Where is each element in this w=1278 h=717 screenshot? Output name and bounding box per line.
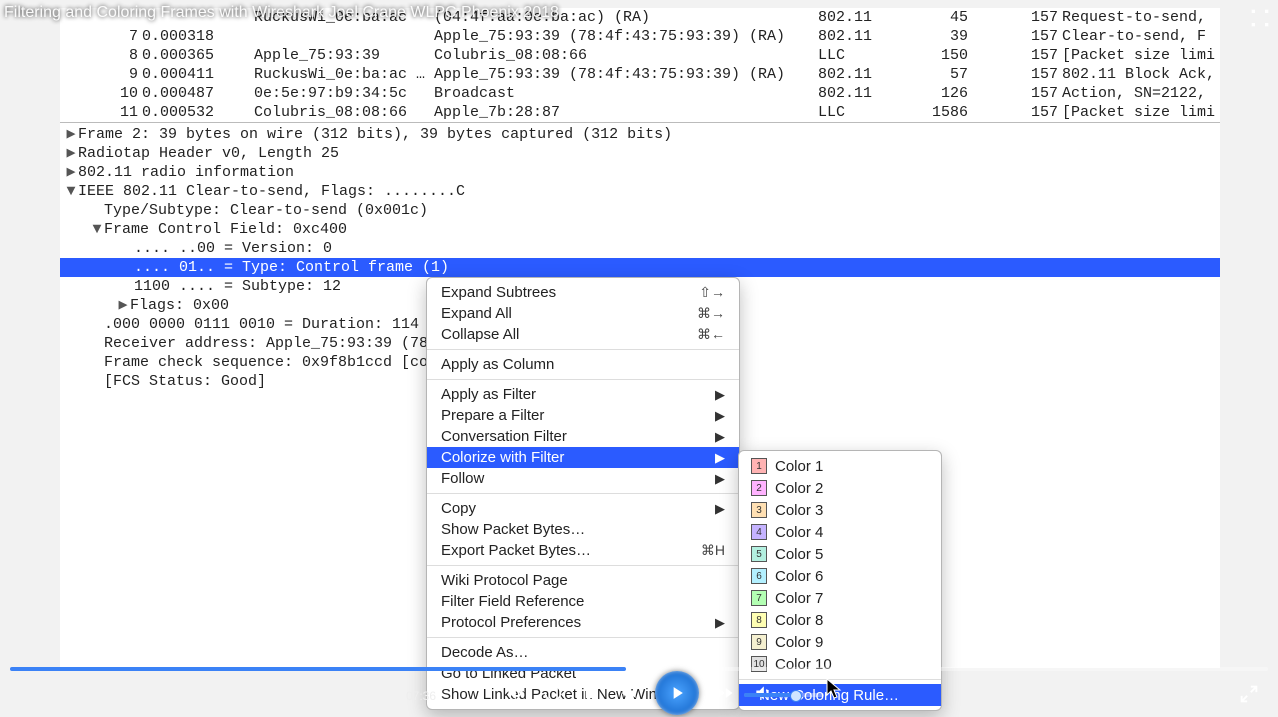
color-label: Color 8 (775, 612, 823, 629)
color-swatch-icon: 3 (751, 502, 767, 518)
menu-expand-all[interactable]: Expand All⌘→ (427, 303, 739, 324)
menu-apply-as-column[interactable]: Apply as Column (427, 354, 739, 375)
color-label: Color 1 (775, 458, 823, 475)
color-swatch-icon: 2 (751, 480, 767, 496)
color-swatch-icon: 5 (751, 546, 767, 562)
current-time: 07:36 (406, 689, 436, 703)
packet-list[interactable]: RuckusWi_0e:ba:ac(04:4f:aa:0e:ba:ac) (RA… (60, 8, 1220, 123)
menu-prepare-a-filter[interactable]: Prepare a Filter▶ (427, 405, 739, 426)
tree-row[interactable]: ▶802.11 radio information (60, 163, 1220, 182)
color-label: Color 4 (775, 524, 823, 541)
menu-colorize-with-filter[interactable]: Colorize with Filter▶ (427, 447, 739, 468)
menu-copy[interactable]: Copy▶ (427, 498, 739, 519)
exit-fullscreen-icon[interactable] (1250, 8, 1270, 28)
packet-row[interactable]: 110.000532Colubris_08:08:66Apple_7b:28:8… (60, 103, 1220, 122)
volume-slider[interactable] (744, 693, 824, 697)
play-button[interactable] (655, 671, 699, 715)
menu-filter-field-reference[interactable]: Filter Field Reference (427, 591, 739, 612)
disclosure-right-icon[interactable]: ▶ (64, 125, 78, 144)
color-swatch-icon: 8 (751, 612, 767, 628)
color-swatch-icon: 7 (751, 590, 767, 606)
color-option-1[interactable]: 1 Color 1 (739, 455, 941, 477)
disclosure-right-icon[interactable]: ▶ (64, 163, 78, 182)
color-option-6[interactable]: 6 Color 6 (739, 565, 941, 587)
menu-conversation-filter[interactable]: Conversation Filter▶ (427, 426, 739, 447)
tree-row[interactable]: Type/Subtype: Clear-to-send (0x001c) (60, 201, 1220, 220)
menu-separator (427, 493, 739, 494)
disclosure-down-icon[interactable]: ▼ (90, 220, 104, 239)
submenu-arrow-icon: ▶ (715, 387, 725, 403)
menu-separator (427, 637, 739, 638)
tree-row[interactable]: ▶Frame 2: 39 bytes on wire (312 bits), 3… (60, 125, 1220, 144)
video-controls: 07:36 (0, 665, 1278, 717)
submenu-arrow-icon: ▶ (715, 450, 725, 466)
color-label: Color 3 (775, 502, 823, 519)
menu-follow[interactable]: Follow▶ (427, 468, 739, 489)
menu-separator (427, 379, 739, 380)
menu-wiki-protocol-page[interactable]: Wiki Protocol Page (427, 570, 739, 591)
tree-row[interactable]: .... ..00 = Version: 0 (60, 239, 1220, 258)
loop-button[interactable] (541, 681, 565, 705)
color-label: Color 6 (775, 568, 823, 585)
color-option-9[interactable]: 9 Color 9 (739, 631, 941, 653)
packet-row[interactable]: 80.000365Apple_75:93:39Colubris_08:08:66… (60, 46, 1220, 65)
packet-row[interactable]: 70.000318Apple_75:93:39 (78:4f:43:75:93:… (60, 27, 1220, 46)
menu-protocol-preferences[interactable]: Protocol Preferences▶ (427, 612, 739, 633)
color-swatch-icon: 4 (751, 524, 767, 540)
packet-row[interactable]: 90.000411RuckusWi_0e:ba:ac …Apple_75:93:… (60, 65, 1220, 84)
color-option-8[interactable]: 8 Color 8 (739, 609, 941, 631)
submenu-arrow-icon: ▶ (715, 501, 725, 517)
volume-knob[interactable] (790, 690, 802, 702)
disclosure-right-icon[interactable]: ▶ (116, 296, 130, 315)
menu-show-packet-bytes[interactable]: Show Packet Bytes… (427, 519, 739, 540)
menu-separator (427, 349, 739, 350)
tree-row[interactable]: ▶Radiotap Header v0, Length 25 (60, 144, 1220, 163)
color-swatch-icon: 1 (751, 458, 767, 474)
menu-collapse-all[interactable]: Collapse All⌘← (427, 324, 739, 345)
stop-button[interactable] (579, 681, 603, 705)
video-title: Filtering and Coloring Frames with Wires… (4, 4, 559, 22)
menu-apply-as-filter[interactable]: Apply as Filter▶ (427, 384, 739, 405)
color-label: Color 2 (775, 480, 823, 497)
submenu-arrow-icon: ▶ (715, 408, 725, 424)
rewind-button[interactable] (617, 681, 641, 705)
menu-decode-as[interactable]: Decode As… (427, 642, 739, 663)
color-option-5[interactable]: 5 Color 5 (739, 543, 941, 565)
tree-row[interactable]: ▼IEEE 802.11 Clear-to-send, Flags: .....… (60, 182, 1220, 201)
tree-row-selected[interactable]: .... 01.. = Type: Control frame (1) (60, 258, 1220, 277)
color-option-7[interactable]: 7 Color 7 (739, 587, 941, 609)
fullscreen-button[interactable] (1238, 683, 1260, 705)
color-option-3[interactable]: 3 Color 3 (739, 499, 941, 521)
color-label: Color 9 (775, 634, 823, 651)
mute-button[interactable] (503, 681, 527, 705)
menu-separator (427, 565, 739, 566)
tree-row[interactable]: ▼Frame Control Field: 0xc400 (60, 220, 1220, 239)
menu-export-packet-bytes[interactable]: Export Packet Bytes…⌘H (427, 540, 739, 561)
color-swatch-icon: 6 (751, 568, 767, 584)
color-swatch-icon: 9 (751, 634, 767, 650)
packet-row[interactable]: 100.0004870e:5e:97:b9:34:5cBroadcast802.… (60, 84, 1220, 103)
submenu-arrow-icon: ▶ (715, 471, 725, 487)
submenu-arrow-icon: ▶ (715, 429, 725, 445)
color-option-2[interactable]: 2 Color 2 (739, 477, 941, 499)
forward-button[interactable] (713, 681, 737, 705)
context-menu[interactable]: Expand Subtrees⇧→ Expand All⌘→ Collapse … (426, 277, 740, 710)
color-label: Color 7 (775, 590, 823, 607)
color-option-4[interactable]: 4 Color 4 (739, 521, 941, 543)
volume-fill (744, 693, 792, 697)
color-label: Color 5 (775, 546, 823, 563)
submenu-arrow-icon: ▶ (715, 615, 725, 631)
disclosure-right-icon[interactable]: ▶ (64, 144, 78, 163)
video-frame: RuckusWi_0e:ba:ac(04:4f:aa:0e:ba:ac) (RA… (0, 0, 1278, 717)
disclosure-down-icon[interactable]: ▼ (64, 182, 78, 201)
menu-expand-subtrees[interactable]: Expand Subtrees⇧→ (427, 282, 739, 303)
